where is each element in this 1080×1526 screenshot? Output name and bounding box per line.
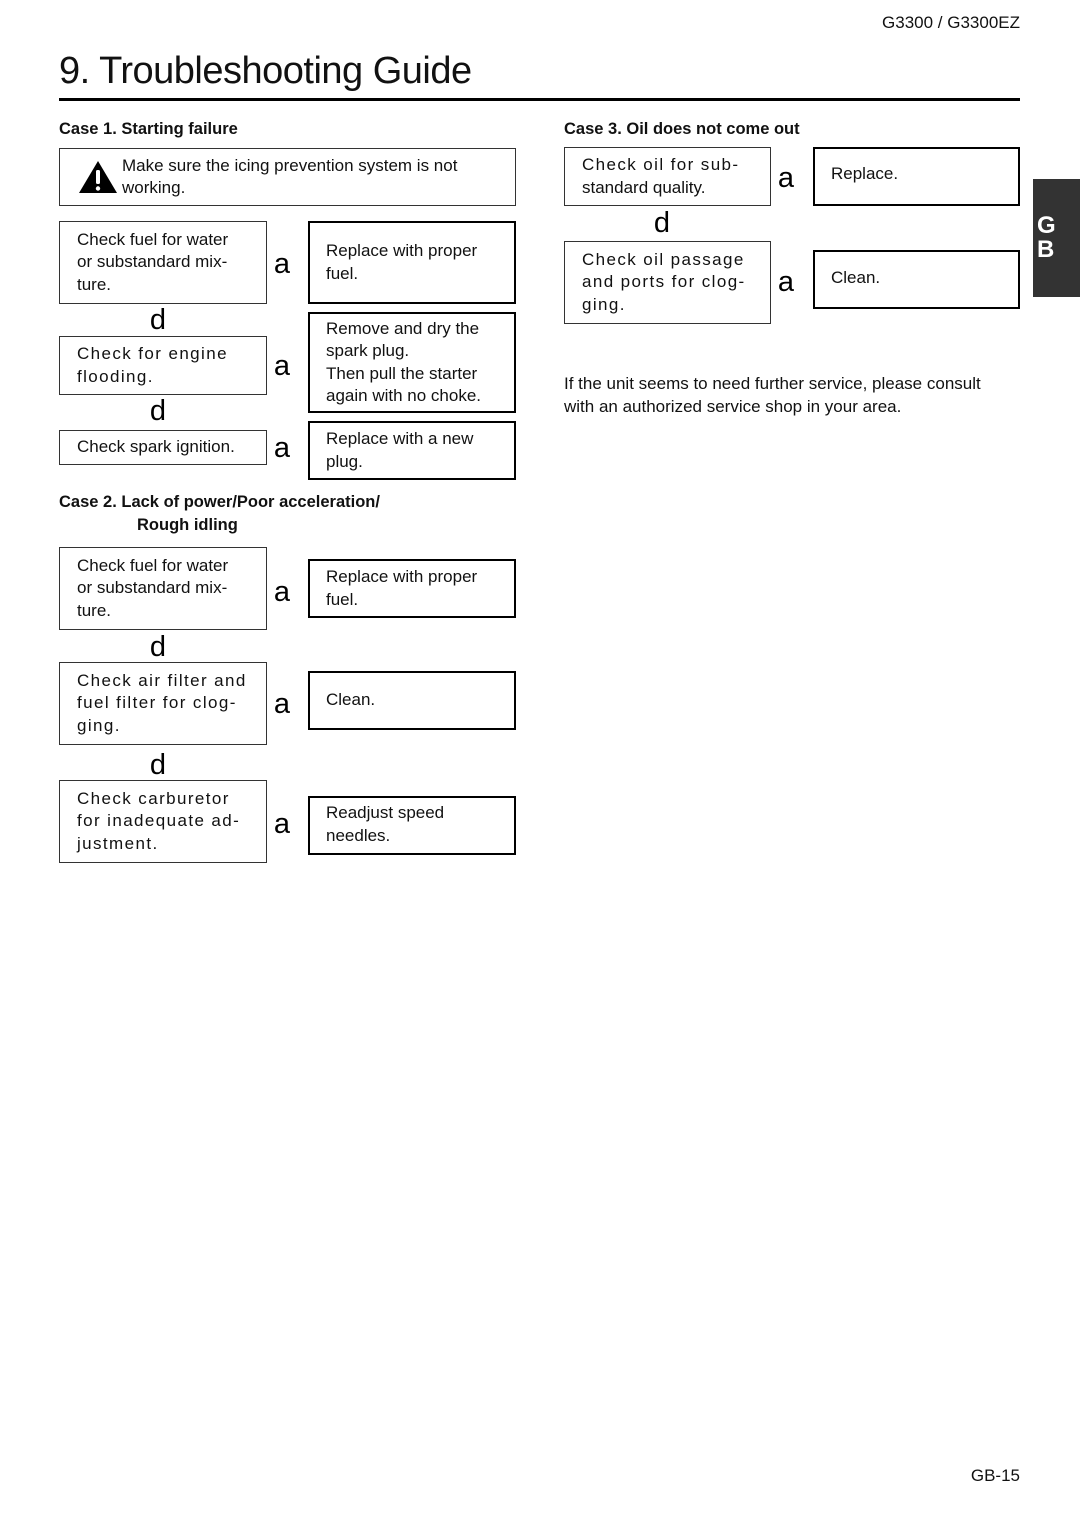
action-line: Replace. [831, 164, 899, 183]
case2-action-replace-fuel: Replace with proper fuel. [308, 559, 516, 618]
action-line: Readjust speed [326, 803, 445, 822]
check-line: for inadequate ad- [77, 811, 241, 831]
language-tab: G B [1033, 179, 1080, 297]
down-arrow: d [149, 631, 167, 663]
check-line: ture. [77, 600, 112, 620]
warning-triangle-icon [79, 161, 117, 193]
case1-check-flooding: Check for engine flooding. [59, 336, 267, 395]
down-arrow: d [149, 395, 167, 427]
next-arrow: a [273, 688, 291, 720]
check-line: Check fuel for water [77, 555, 229, 575]
model-number: G3300 / G3300EZ [882, 13, 1020, 32]
next-arrow: a [273, 576, 291, 608]
check-line: Check fuel for water [77, 229, 229, 249]
action-line: Clean. [831, 268, 881, 287]
action-line: Clean. [326, 690, 376, 709]
case3-heading: Case 3. Oil does not come out [564, 120, 800, 138]
action-line: Then pull the starter [326, 363, 478, 383]
case3-action-replace: Replace. [813, 147, 1020, 206]
case2-action-readjust: Readjust speed needles. [308, 796, 516, 855]
next-arrow: a [777, 266, 795, 298]
check-line: ging. [582, 294, 626, 314]
case1-heading: Case 1. Starting failure [59, 120, 238, 138]
case1-action-replace-fuel: Replace with proper fuel. [308, 221, 516, 304]
next-arrow: a [273, 248, 291, 280]
case2-check-carburetor: Check carburetor for inadequate ad- just… [59, 780, 267, 863]
case3-action-clean: Clean. [813, 250, 1020, 309]
case2-check-fuel: Check fuel for water or substandard mix-… [59, 547, 267, 630]
action-line: spark plug. [326, 341, 410, 360]
language-tab-letter: B [1037, 236, 1055, 263]
next-arrow: a [273, 808, 291, 840]
case2-heading-line2: Rough idling [137, 516, 238, 534]
service-note-line: If the unit seems to need further servic… [564, 374, 981, 393]
check-line: fuel filter for clog- [77, 693, 237, 713]
check-line: Check air filter and [77, 670, 247, 690]
check-line: justment. [77, 833, 159, 853]
warning-text: Make sure the icing prevention system is… [122, 155, 458, 198]
case2-check-filters: Check air filter and fuel filter for clo… [59, 662, 267, 745]
down-arrow: d [149, 749, 167, 781]
page-number: GB-15 [970, 1466, 1020, 1485]
check-line: ture. [77, 274, 112, 294]
action-line: Remove and dry the [326, 318, 480, 338]
title-rule [59, 98, 1020, 101]
check-line: flooding. [77, 366, 154, 386]
action-line: again with no choke. [326, 386, 481, 405]
check-line: Check spark ignition. [77, 437, 235, 457]
action-line: Replace with proper [326, 567, 478, 586]
service-note-line: with an authorized service shop in your … [564, 397, 902, 416]
action-line: plug. [326, 451, 363, 471]
case2-heading: Case 2. Lack of power/Poor acceleration/… [59, 491, 380, 537]
next-arrow: a [273, 350, 291, 382]
next-arrow: a [273, 432, 291, 464]
check-line: or substandard mix- [77, 252, 228, 272]
check-line: ging. [77, 715, 121, 735]
check-line: or substandard mix- [77, 578, 228, 598]
action-line: Replace with a new [326, 429, 474, 448]
check-line: Check oil for sub- [582, 155, 740, 174]
case1-action-new-plug: Replace with a new plug. [308, 421, 516, 480]
action-line: fuel. [326, 263, 359, 283]
down-arrow: d [149, 304, 167, 336]
case2-heading-line1: Case 2. Lack of power/Poor acceleration/ [59, 493, 380, 511]
check-line: Check for engine [77, 344, 228, 363]
down-arrow: d [653, 207, 671, 239]
action-line: fuel. [326, 589, 359, 609]
next-arrow: a [777, 162, 795, 194]
case3-check-oil-quality: Check oil for sub- standard quality. [564, 147, 771, 206]
case1-check-fuel: Check fuel for water or substandard mix-… [59, 221, 267, 304]
language-tab-letter: G [1037, 212, 1056, 239]
check-line: Check carburetor [77, 788, 230, 808]
action-line: Replace with proper [326, 241, 478, 260]
action-line: needles. [326, 825, 391, 845]
case2-action-clean: Clean. [308, 671, 516, 730]
check-line: standard quality. [582, 177, 706, 197]
check-line: Check oil passage [582, 249, 745, 269]
case1-check-ignition: Check spark ignition. [59, 430, 267, 465]
case1-action-dry-plug: Remove and dry the spark plug. Then pull… [308, 312, 516, 413]
case3-check-oil-passage: Check oil passage and ports for clog- gi… [564, 241, 771, 324]
page-title: 9. Troubleshooting Guide [59, 50, 472, 92]
check-line: and ports for clog- [582, 272, 746, 292]
service-note: If the unit seems to need further servic… [564, 372, 1034, 418]
icing-warning-box: Make sure the icing prevention system is… [59, 148, 516, 206]
